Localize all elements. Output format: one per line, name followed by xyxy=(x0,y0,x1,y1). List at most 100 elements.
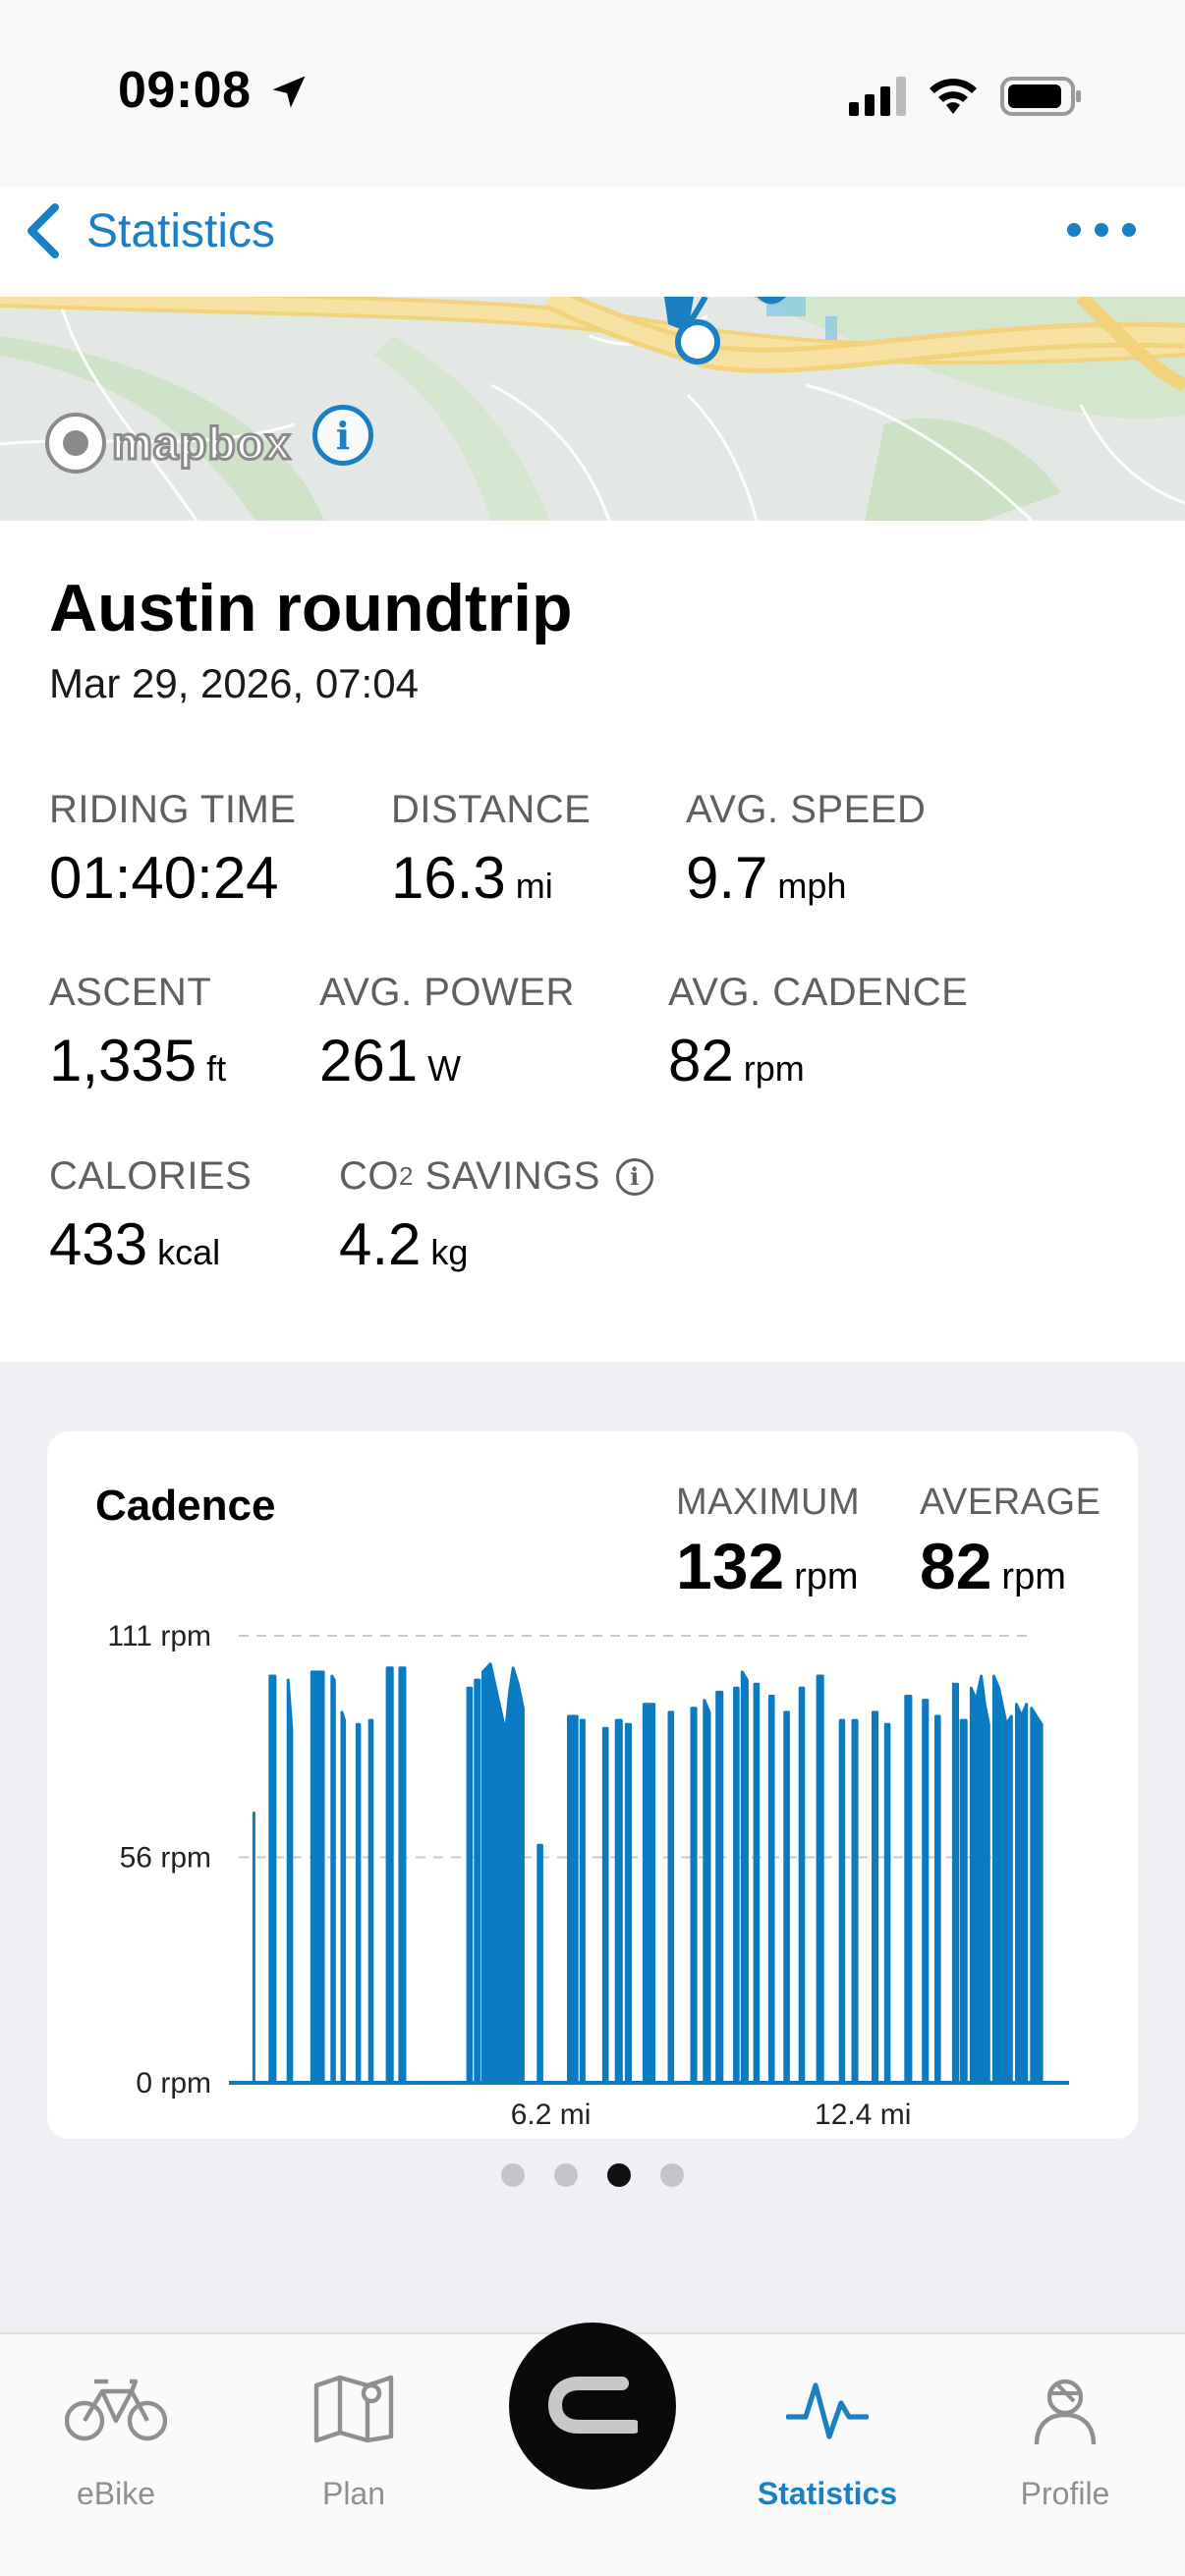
cadence-area-segment xyxy=(838,1718,846,2085)
y-tick-label: 56 rpm xyxy=(120,1841,211,1874)
ride-start-icon xyxy=(547,2377,638,2434)
cadence-area-segment xyxy=(991,1674,1013,2085)
x-tick-label: 12.4 mi xyxy=(815,2099,911,2131)
co2-info-icon[interactable]: i xyxy=(615,1157,653,1196)
back-button[interactable]: Statistics xyxy=(24,196,275,265)
metric-label: DISTANCE xyxy=(391,788,592,831)
cadence-area-segment xyxy=(733,1686,740,2085)
metric-value: 01:40:24 xyxy=(49,845,279,911)
map-pin-icon xyxy=(313,2375,394,2443)
tab-plan[interactable]: Plan xyxy=(255,2354,452,2550)
cadence-area-segment xyxy=(474,1678,481,2085)
cadence-area-segment xyxy=(703,1699,711,2085)
mapbox-logo: mapbox xyxy=(45,411,292,476)
cadence-area-segment xyxy=(783,1710,790,2085)
cadence-area-segment xyxy=(355,1722,362,2085)
metric-label: CO 2 SAVINGS i xyxy=(339,1154,653,1199)
mapbox-logo-icon xyxy=(45,413,106,474)
page-dot[interactable] xyxy=(607,2163,631,2187)
cadence-area-segment xyxy=(740,1670,749,2085)
cadence-area-segment xyxy=(715,1690,724,2085)
ride-date: Mar 29, 2026, 07:04 xyxy=(49,660,419,706)
cadence-area-segment xyxy=(934,1714,941,2085)
cadence-area-segment xyxy=(883,1722,891,2085)
cadence-area-segment xyxy=(579,1718,586,2085)
metric-value: 82 rpm xyxy=(668,1028,805,1093)
cadence-area-segment xyxy=(690,1707,698,2085)
y-tick-label: 111 rpm xyxy=(107,1620,211,1652)
cadence-area-segment xyxy=(624,1722,632,2085)
metric-value: 16.3 mi xyxy=(391,845,553,911)
cadence-area-segment xyxy=(959,1718,968,2085)
metric-avg-cadence: AVG. CADENCE 82 rpm xyxy=(668,971,968,1094)
average-label: AVERAGE xyxy=(920,1482,1101,1523)
cadence-area-segment xyxy=(1030,1707,1044,2085)
more-dot-icon xyxy=(1122,223,1136,237)
cadence-area-segment xyxy=(330,1674,336,2085)
metric-value: 433 kcal xyxy=(49,1211,221,1277)
cadence-area-segment xyxy=(667,1710,675,2085)
cadence-area-segment xyxy=(340,1710,347,2085)
metric-label: AVG. CADENCE xyxy=(668,971,969,1014)
metric-distance: DISTANCE 16.3 mi xyxy=(391,788,591,912)
metric-value: 1,335 ft xyxy=(49,1028,227,1093)
map-info-button[interactable]: i xyxy=(312,405,373,466)
route-map[interactable]: mapbox xyxy=(0,297,1185,521)
tab-label: Profile xyxy=(1020,2476,1110,2511)
tab-label: Statistics xyxy=(757,2476,898,2511)
cadence-area-segment xyxy=(851,1718,859,2085)
map-tiles xyxy=(0,297,1185,521)
cadence-area-segment xyxy=(951,1682,959,2085)
cadence-area-segment xyxy=(367,1718,374,2085)
cadence-area-segment xyxy=(798,1686,806,2085)
cadence-chart: 0 rpm 56 rpm 111 rpm 6.2 mi 12.4 mi xyxy=(107,1620,1069,2131)
bike-icon xyxy=(65,2379,167,2441)
cadence-area-segment xyxy=(567,1714,579,2085)
page-dot[interactable] xyxy=(554,2163,578,2187)
page-indicator[interactable] xyxy=(501,2163,684,2187)
cadence-area-segment xyxy=(614,1718,623,2085)
pulse-icon xyxy=(786,2382,869,2439)
metric-value: 9.7 mph xyxy=(686,845,847,911)
cadence-area-segment xyxy=(816,1674,824,2085)
more-dot-icon xyxy=(1067,223,1081,237)
cadence-area-segment xyxy=(481,1662,525,2085)
cadence-area-segment xyxy=(310,1670,325,2085)
metric-label: ASCENT xyxy=(49,971,212,1014)
cadence-area-segment xyxy=(268,1674,277,2085)
more-options-button[interactable] xyxy=(1067,210,1136,250)
cadence-area-segment xyxy=(601,1726,609,2085)
back-label: Statistics xyxy=(86,204,276,257)
tab-ebike[interactable]: eBike xyxy=(18,2354,214,2550)
cadence-area-segment xyxy=(642,1703,656,2085)
battery-icon xyxy=(1000,77,1081,116)
cadence-area-segment xyxy=(286,1678,294,2085)
cadence-area-segment xyxy=(969,1674,990,2085)
status-time: 09:08 xyxy=(118,62,252,119)
mapbox-wordmark: mapbox xyxy=(110,417,292,471)
metric-label: AVG. SPEED xyxy=(686,788,927,831)
page-dot[interactable] xyxy=(501,2163,525,2187)
cadence-area-segment xyxy=(904,1695,913,2085)
wifi-icon xyxy=(930,79,977,114)
start-ride-button[interactable] xyxy=(509,2323,676,2490)
tab-label: Plan xyxy=(321,2476,386,2511)
location-arrow-icon xyxy=(272,76,306,108)
tab-profile[interactable]: Profile xyxy=(967,2354,1163,2550)
cadence-area-segment xyxy=(1015,1703,1029,2085)
chevron-left-icon xyxy=(28,203,59,258)
page-dot[interactable] xyxy=(660,2163,684,2187)
tab-label: eBike xyxy=(76,2476,156,2511)
cadence-area-segment xyxy=(398,1666,407,2085)
cadence-area-segment xyxy=(536,1843,543,2085)
metric-value: 4.2 kg xyxy=(339,1211,469,1277)
helmet-user-icon xyxy=(1034,2379,1097,2445)
metric-calories: CALORIES 433 kcal xyxy=(49,1154,252,1278)
metric-label: CALORIES xyxy=(49,1154,253,1198)
cadence-area-segment xyxy=(872,1710,879,2085)
cadence-area-segment xyxy=(922,1699,930,2085)
metric-ascent: ASCENT 1,335 ft xyxy=(49,971,226,1094)
tab-statistics[interactable]: Statistics xyxy=(729,2354,926,2550)
cadence-area-segment xyxy=(385,1666,394,2085)
cadence-area-segment xyxy=(767,1695,775,2085)
